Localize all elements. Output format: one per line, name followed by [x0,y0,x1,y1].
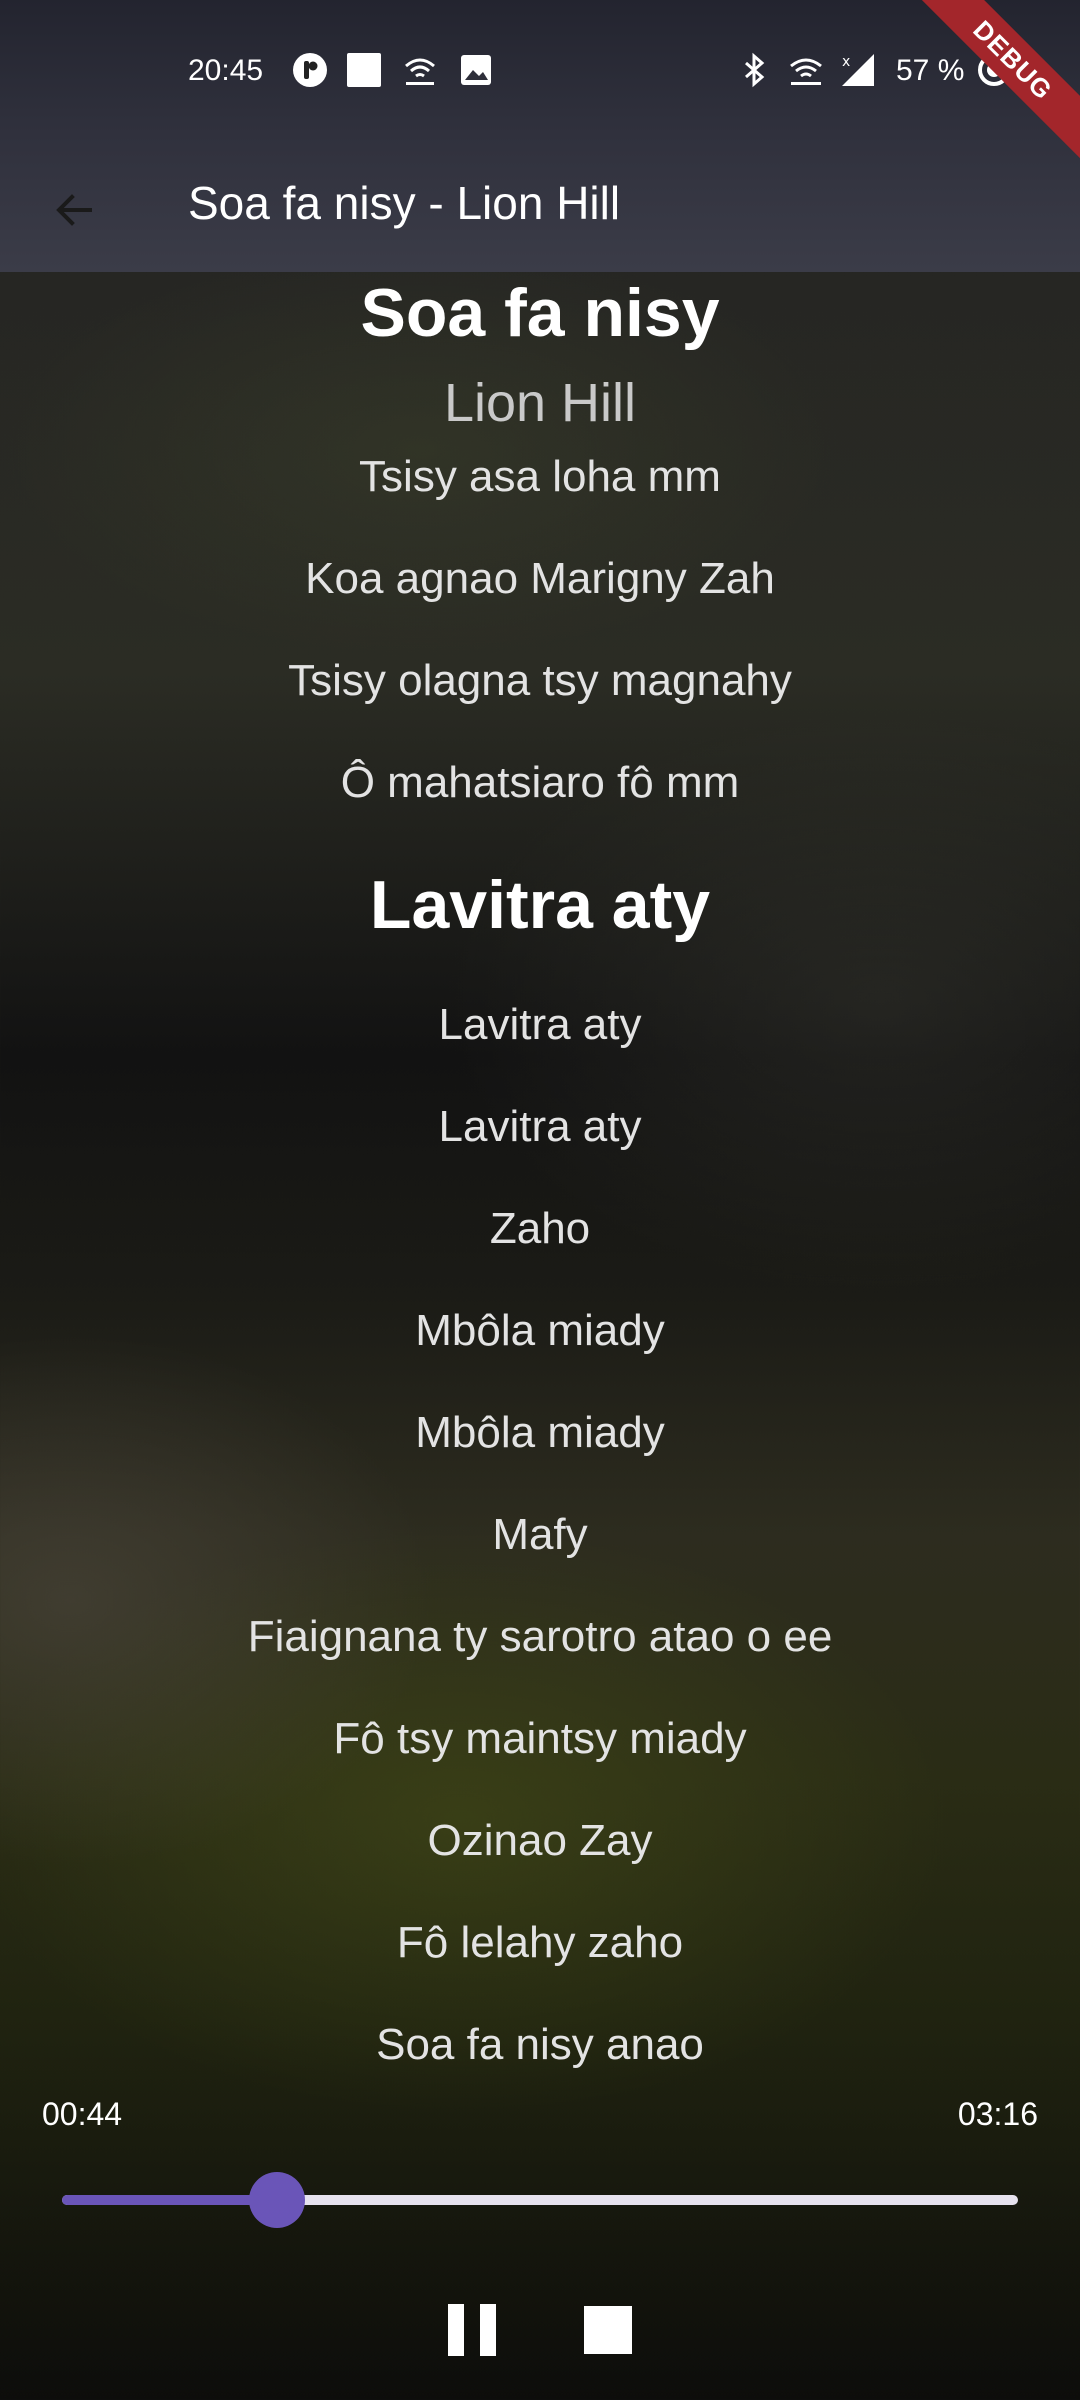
pause-button[interactable] [444,2302,500,2358]
artist-name: Lion Hill [443,373,637,433]
bluetooth-icon [745,52,765,88]
stop-icon [584,2306,632,2354]
battery-percent: 57 % [896,54,965,87]
slider-active-track [62,2195,277,2205]
lyric-line: Fô lelahy zaho [396,1918,684,1967]
total-duration: 03:16 [957,2096,1038,2132]
app-icon [293,53,327,87]
elapsed-time: 00:44 [42,2096,123,2132]
back-button[interactable] [38,174,110,246]
signal-icon: x [842,54,874,86]
lyric-line: Ô mahatsiaro fô mm [340,758,740,807]
wifi-icon [790,58,822,85]
wifi-calling-icon [405,58,435,85]
lyric-line: Mbôla miady [415,1306,665,1355]
lyric-line: Tsisy asa loha mm [359,452,721,501]
status-bar: 20:45 x 57 % [0,0,1080,144]
square-icon [347,53,381,87]
status-time: 20:45 [188,54,264,87]
lyric-line: Lavitra aty [438,1000,642,1049]
image-icon [461,55,491,85]
lyric-line: Tsisy olagna tsy magnahy [288,656,792,705]
lyric-line: Fô tsy maintsy miady [333,1714,747,1763]
app-bar-title: Soa fa nisy - Lion Hill [188,177,621,229]
lyric-line: Lavitra aty [438,1102,642,1151]
seek-slider[interactable] [62,2172,1018,2228]
slider-thumb[interactable] [248,2172,305,2228]
lyric-line: Soa fa nisy anao [376,2020,704,2069]
svg-text:x: x [842,54,850,70]
song-title: Soa fa nisy [360,275,720,351]
lyric-line: Mbôla miady [415,1408,665,1457]
lyric-line: Zaho [489,1204,591,1253]
lyric-line: Fiaignana ty sarotro atao o ee [247,1612,833,1661]
stop-button[interactable] [580,2302,636,2358]
lyric-line: Mafy [492,1510,588,1559]
pause-icon [448,2304,496,2356]
lyrics-section-title: Lavitra aty [369,867,711,943]
arrow-back-icon [56,194,92,226]
app-bar: Soa fa nisy - Lion Hill [0,144,1080,272]
lyric-line: Ozinao Zay [427,1816,653,1865]
lyric-line: Koa agnao Marigny Zah [305,554,775,603]
